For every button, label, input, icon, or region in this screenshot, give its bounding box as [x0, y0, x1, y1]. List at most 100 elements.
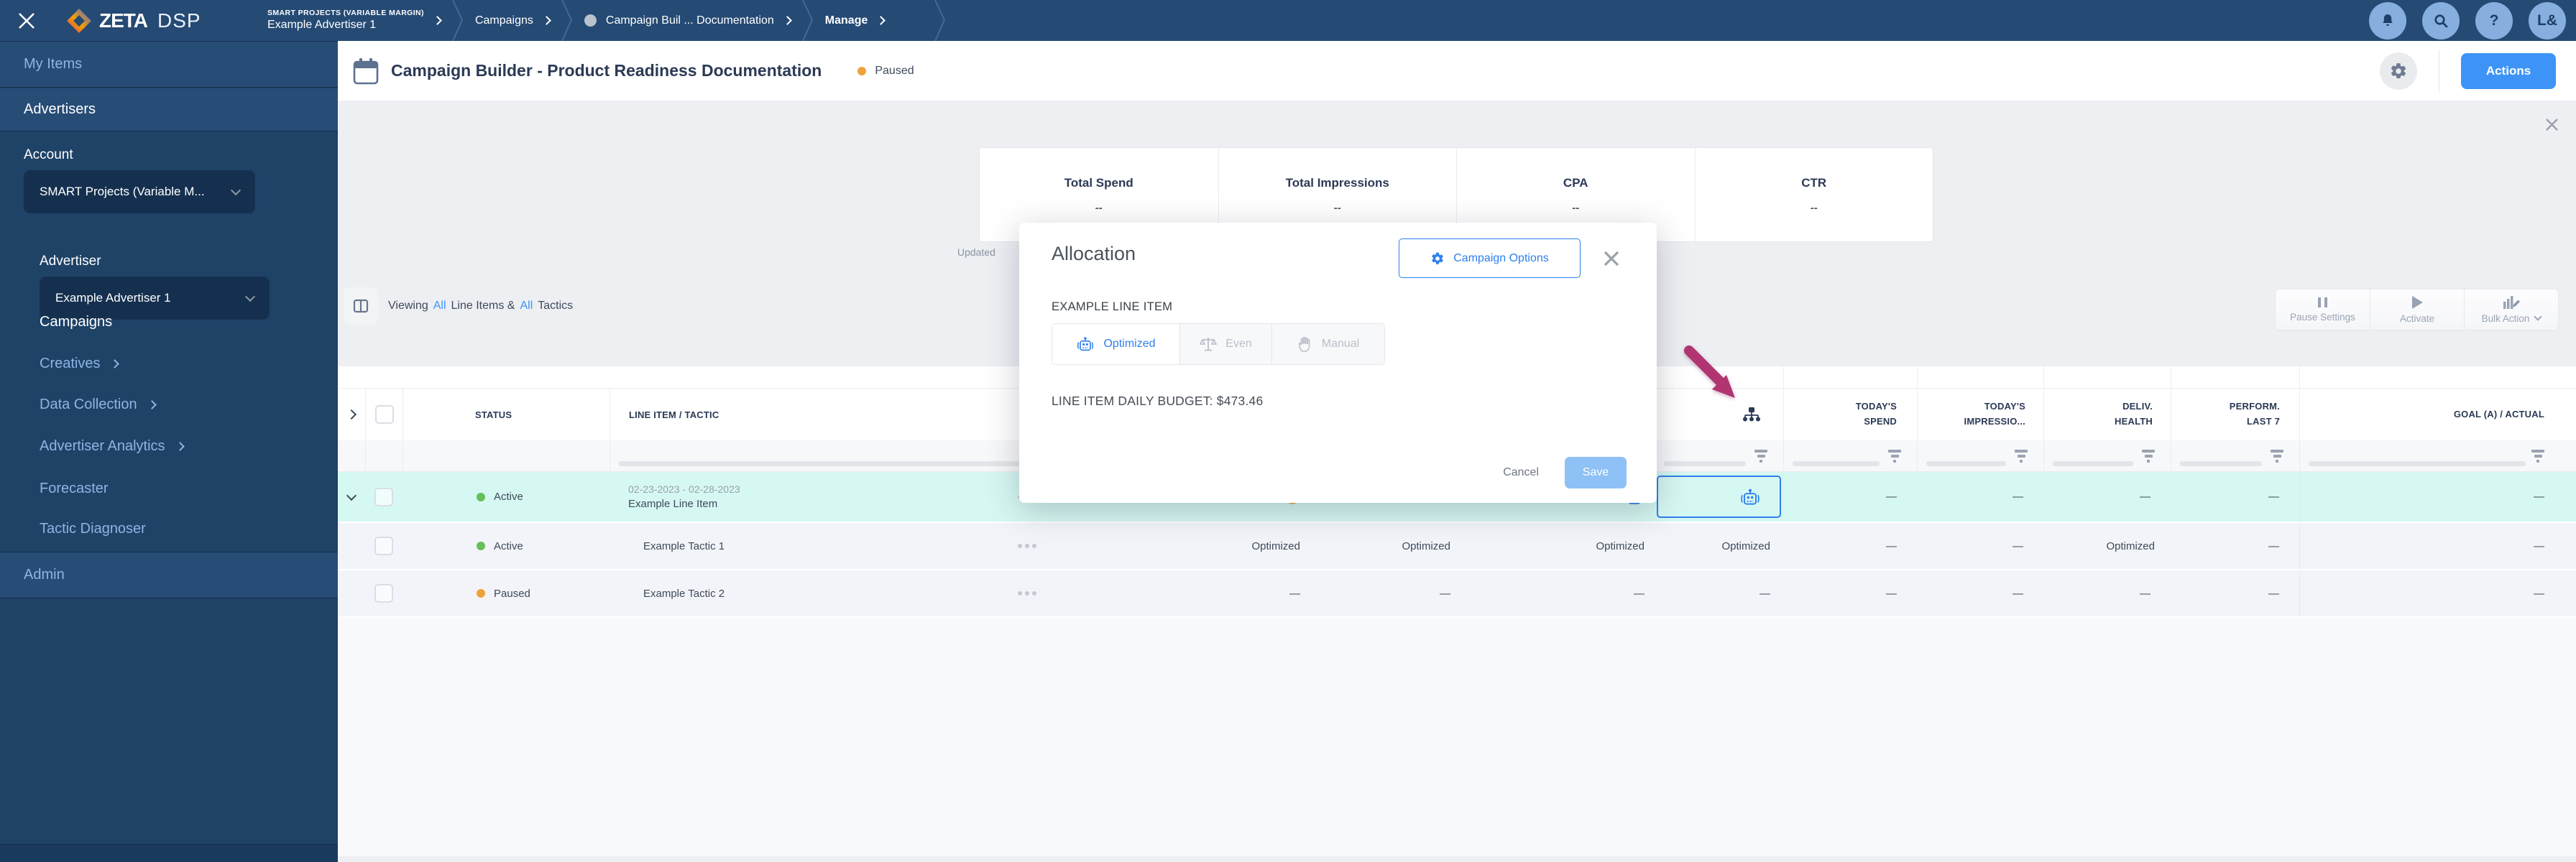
filter-icon[interactable] — [1888, 449, 1901, 463]
select-all-checkbox[interactable] — [365, 389, 402, 440]
menu-close-icon[interactable] — [14, 9, 39, 33]
filter-line-item[interactable] — [610, 440, 1062, 471]
sidebar-item-creatives[interactable]: Creatives — [40, 356, 120, 372]
campaign-status-badge: Paused — [849, 65, 914, 78]
zeta-dsp-logo[interactable]: ZETA DSP — [66, 8, 201, 34]
table-row-tactic-2[interactable]: Paused Example Tactic 2 — — — — — — — — … — [338, 570, 2576, 618]
tactic-name: Example Tactic 2 — [643, 587, 725, 600]
stat-value: -- — [1333, 201, 1341, 214]
filter-goal[interactable] — [2299, 440, 2576, 471]
status-text: Active — [494, 539, 523, 552]
line-item-daily-budget: LINE ITEM DAILY BUDGET: $473.46 — [1052, 394, 1264, 408]
filter-icon[interactable] — [2015, 449, 2028, 463]
sidebar-item-advertisers[interactable]: Advertisers — [0, 88, 338, 131]
tactic-name-cell[interactable]: Example Tactic 1 — [610, 523, 1062, 569]
sidebar-item-admin[interactable]: Admin — [0, 552, 338, 598]
segment-even[interactable]: Even — [1180, 324, 1272, 364]
allocation-modal: Allocation Campaign Options EXAMPLE LINE… — [1019, 223, 1657, 503]
activate-button[interactable]: Activate — [2370, 289, 2464, 330]
row-menu-button[interactable] — [1018, 544, 1036, 548]
segment-optimized[interactable]: Optimized — [1052, 324, 1180, 364]
chevron-down-icon — [2534, 312, 2543, 321]
breadcrumb-separator — [934, 0, 946, 41]
search-icon — [2434, 14, 2448, 27]
bulk-action-button[interactable]: Bulk Action — [2464, 289, 2558, 330]
allocation-selected-editor[interactable] — [1657, 476, 1781, 518]
filter-icon[interactable] — [2271, 449, 2283, 463]
row-checkbox[interactable] — [365, 570, 402, 616]
breadcrumb-campaign[interactable]: Campaign Buil ... Documentation — [584, 14, 792, 27]
dismiss-stats-button[interactable] — [2545, 118, 2559, 135]
avatar-initials: L& — [2537, 11, 2557, 29]
question-mark-icon: ? — [2489, 11, 2499, 29]
column-header-goal[interactable]: GOAL (A) / ACTUAL — [2299, 389, 2576, 440]
delivery-header-label: DELIV. HEALTH — [2115, 401, 2153, 427]
filter-allocation[interactable] — [1655, 440, 1783, 471]
filter-icon[interactable] — [1754, 449, 1767, 463]
notifications-button[interactable] — [2369, 1, 2406, 40]
sidebar-item-tactic-diagnoser[interactable]: Tactic Diagnoser — [40, 521, 146, 537]
tactic-name-cell[interactable]: Example Tactic 2 — [610, 570, 1062, 616]
sidebar-item-my-items[interactable]: My Items — [0, 41, 338, 88]
actions-button[interactable]: Actions — [2461, 52, 2556, 89]
column-header-delivery-health[interactable]: DELIV. HEALTH — [2043, 389, 2171, 440]
row-checkbox[interactable] — [365, 523, 402, 569]
user-avatar[interactable]: L& — [2529, 1, 2566, 40]
segment-manual[interactable]: Manual — [1272, 324, 1384, 364]
status-label: Paused — [875, 64, 914, 77]
delivery-health-cell: Optimized — [2106, 539, 2155, 552]
breadcrumb: SMART PROJECTS (VARIABLE MARGIN) Example… — [267, 0, 957, 41]
calendar-icon — [353, 57, 379, 84]
breadcrumb-campaigns[interactable]: Campaigns — [475, 14, 551, 27]
filter-icon[interactable] — [2142, 449, 2155, 463]
columns-icon — [353, 299, 369, 313]
sidebar-item-campaigns[interactable]: Campaigns — [40, 314, 112, 330]
expand-all-header[interactable] — [338, 389, 365, 440]
search-button[interactable] — [2422, 1, 2460, 40]
row-checkbox[interactable] — [365, 472, 402, 522]
column-header-line-item[interactable]: LINE ITEM / TACTIC — [610, 389, 1062, 440]
optimized-label: Optimized — [1103, 338, 1156, 350]
allocation-cell[interactable]: — — [1655, 570, 1783, 616]
settings-button[interactable] — [2380, 52, 2417, 90]
filter-spend[interactable] — [1783, 440, 1917, 471]
save-button[interactable]: Save — [1565, 457, 1627, 488]
sidebar-item-forecaster[interactable]: Forecaster — [40, 481, 109, 497]
advertiser-select[interactable]: Example Advertiser 1 — [40, 277, 270, 320]
column-header-status[interactable]: STATUS — [402, 389, 610, 440]
column-header-performance[interactable]: PERFORM. LAST 7 — [2171, 389, 2299, 440]
line-item-name-cell[interactable]: 02-23-2023 - 02-28-2023 Example Line Ite… — [610, 472, 1062, 522]
filter-icon[interactable] — [2531, 449, 2544, 463]
column-header-todays-spend[interactable]: TODAY'S SPEND — [1783, 389, 1917, 440]
allocation-cell[interactable]: Optimized — [1655, 523, 1783, 569]
hidden-cell: — — [1289, 587, 1300, 600]
all-tactics-link[interactable]: All — [520, 300, 533, 312]
breadcrumb-manage[interactable]: Manage — [824, 14, 886, 27]
column-header-todays-impressions[interactable]: TODAY'S IMPRESSIO... — [1917, 389, 2043, 440]
help-button[interactable]: ? — [2475, 1, 2513, 40]
flight-dates: 02-23-2023 - 02-28-2023 — [628, 483, 740, 495]
cancel-button[interactable]: Cancel — [1503, 466, 1539, 479]
row-expander[interactable] — [338, 472, 365, 522]
sidebar-item-data-collection[interactable]: Data Collection — [40, 397, 157, 413]
campaign-options-button[interactable]: Campaign Options — [1399, 238, 1581, 278]
account-select[interactable]: SMART Projects (Variable M... — [24, 170, 255, 213]
sidebar-item-advertiser-analytics[interactable]: Advertiser Analytics — [40, 438, 185, 455]
filter-delivery[interactable] — [2043, 440, 2171, 471]
pause-settings-button[interactable]: Pause Settings — [2276, 289, 2370, 330]
column-settings-button[interactable] — [344, 287, 378, 325]
even-label: Even — [1225, 338, 1252, 350]
filter-performance[interactable] — [2171, 440, 2299, 471]
allocation-cell[interactable] — [1655, 472, 1783, 522]
gear-icon — [2391, 62, 2406, 78]
table-row-tactic-1[interactable]: Active Example Tactic 1 Optimized Optimi… — [338, 523, 2576, 570]
modal-close-button[interactable] — [1603, 250, 1620, 271]
breadcrumb-manage-label: Manage — [824, 14, 868, 27]
breadcrumb-advertiser[interactable]: SMART PROJECTS (VARIABLE MARGIN) Example… — [267, 9, 424, 32]
filter-impressions[interactable] — [1917, 440, 2043, 471]
annotation-arrow — [1684, 346, 1735, 398]
status-text: Paused — [494, 587, 530, 600]
forecaster-label: Forecaster — [40, 481, 109, 496]
all-line-items-link[interactable]: All — [433, 300, 446, 312]
row-menu-button[interactable] — [1018, 591, 1036, 595]
